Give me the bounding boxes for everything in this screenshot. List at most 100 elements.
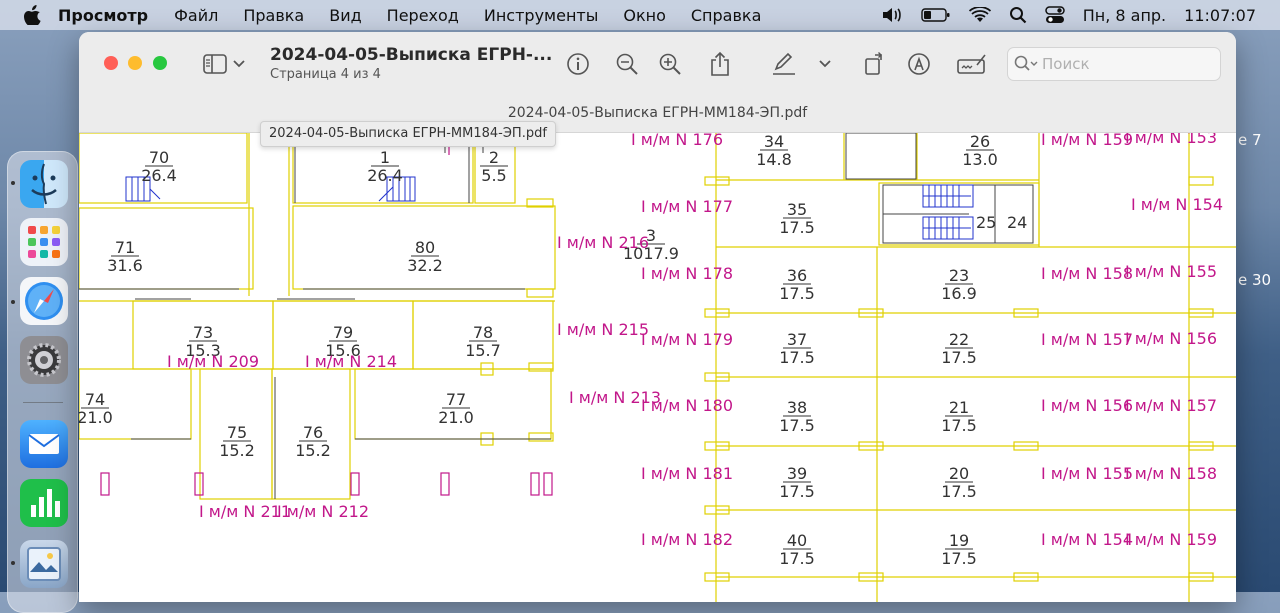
room-number: 22 [949, 330, 969, 349]
minimize-button[interactable] [128, 56, 142, 70]
room-number: 26 [970, 133, 990, 151]
parking-space-label: I м/м N 176 [631, 133, 723, 149]
room-label: 4017.5 [779, 531, 815, 568]
room-number: 39 [787, 464, 807, 483]
menu-window[interactable]: Окно [623, 6, 666, 25]
room-label: 7721.0 [438, 390, 474, 427]
menu-view[interactable]: Вид [329, 6, 361, 25]
parking-space-label: I м/м N 154 [1041, 530, 1133, 549]
document-filename: 2024-04-05-Выписка ЕГРН-ММ184-ЭП.pdf [507, 105, 808, 121]
room-area: 15.7 [465, 341, 501, 360]
parking-space-label: I м/м N 214 [305, 352, 397, 371]
room-number: 36 [787, 266, 807, 285]
safari-icon[interactable] [20, 277, 68, 325]
info-icon[interactable] [565, 51, 591, 77]
zoom-in-icon[interactable] [657, 51, 683, 77]
room-label: 3517.5 [779, 200, 815, 237]
menu-edit[interactable]: Правка [243, 6, 304, 25]
room-area: 15.2 [219, 441, 255, 460]
room-number: 71 [115, 238, 135, 257]
room-area: 17.5 [779, 482, 815, 501]
room-area: 17.5 [941, 549, 977, 568]
room-area: 31.6 [107, 256, 143, 275]
room-area: 17.5 [941, 482, 977, 501]
room-label: 3717.5 [779, 330, 815, 367]
room-number: 21 [949, 398, 969, 417]
room-label: 2217.5 [941, 330, 977, 367]
room-area: 15.2 [295, 441, 331, 460]
parking-space-label: I м/м N 158 [1041, 264, 1133, 283]
battery-icon[interactable] [921, 7, 951, 23]
parking-space-label: I м/м N 155 [1125, 262, 1217, 281]
room-number: 23 [949, 266, 969, 285]
room-area: 26.4 [367, 166, 403, 185]
stair-labels: 25 24 [976, 213, 1027, 232]
parking-space-label: I м/м N 180 [641, 396, 733, 415]
launchpad-icon[interactable] [20, 218, 68, 266]
room-label: 7515.2 [219, 423, 255, 460]
search-field[interactable] [1007, 47, 1221, 81]
room-area: 21.0 [79, 408, 113, 427]
parking-space-label: I м/м N 179 [641, 330, 733, 349]
room-number: 74 [85, 390, 105, 409]
signature-form-icon[interactable] [956, 51, 988, 77]
markup-chevron-down-icon[interactable] [817, 51, 833, 77]
menu-date[interactable]: Пн, 8 апр. [1083, 6, 1166, 25]
highlight-markup-icon[interactable] [906, 51, 932, 77]
room-number: 80 [415, 238, 435, 257]
search-input[interactable] [1040, 53, 1214, 75]
dock [7, 151, 78, 613]
room-number: 76 [303, 423, 323, 442]
room-label: 3617.5 [779, 266, 815, 303]
parking-space-label: I м/м N 177 [641, 197, 733, 216]
rotate-icon[interactable] [862, 51, 888, 77]
room-area: 16.9 [941, 284, 977, 303]
room-number: 2 [489, 148, 499, 167]
finder-icon[interactable] [20, 160, 68, 208]
parking-space-label: I м/м N 182 [641, 530, 733, 549]
share-icon[interactable] [707, 51, 733, 77]
menu-tools[interactable]: Инструменты [484, 6, 599, 25]
room-number: 35 [787, 200, 807, 219]
menu-help[interactable]: Справка [691, 6, 762, 25]
room-number: 79 [333, 323, 353, 342]
spotlight-search-icon[interactable] [1009, 6, 1027, 24]
room-area: 17.5 [779, 549, 815, 568]
numbers-icon[interactable] [20, 479, 68, 527]
menu-time[interactable]: 11:07:07 [1184, 6, 1256, 25]
menu-app-name[interactable]: Просмотр [58, 6, 148, 25]
control-center-icon[interactable] [1044, 6, 1065, 24]
room-number: 77 [446, 390, 466, 409]
room-label: 2017.5 [941, 464, 977, 501]
preview-icon[interactable] [20, 540, 68, 588]
menu-go[interactable]: Переход [387, 6, 459, 25]
markup-pen-icon[interactable] [771, 51, 797, 77]
room-label: 2117.5 [941, 398, 977, 435]
room-label: 1917.5 [941, 531, 977, 568]
mail-icon[interactable] [20, 420, 68, 468]
system-settings-icon[interactable] [20, 336, 68, 384]
zoom-button[interactable] [153, 56, 167, 70]
room-area: 17.5 [779, 416, 815, 435]
apple-menu-icon[interactable] [22, 4, 44, 26]
room-area: 21.0 [438, 408, 474, 427]
parking-space-label: I м/м N 158 [1125, 464, 1217, 483]
wifi-icon[interactable] [968, 7, 991, 23]
room-number: 1 [380, 148, 390, 167]
menu-file[interactable]: Файл [174, 6, 218, 25]
desktop-label: e 7 [1238, 131, 1262, 149]
close-button[interactable] [104, 56, 118, 70]
room-area: 5.5 [481, 166, 506, 185]
parking-space-label: I м/м N 157 [1041, 330, 1133, 349]
parking-space-label: I м/м N 209 [167, 352, 259, 371]
sidebar-chevron-down-icon[interactable] [231, 51, 247, 77]
search-icon [1014, 55, 1040, 77]
room-area: 17.5 [941, 348, 977, 367]
pdf-page-content[interactable]: 70 26.4 1 26.4 2 5.5 71 31.6 80 32.2 73 15.3 79 15.6 7… [79, 128, 1236, 602]
sidebar-toggle-icon[interactable] [203, 51, 229, 77]
volume-icon[interactable] [881, 6, 903, 24]
room-number: 19 [949, 531, 969, 550]
running-indicator [11, 300, 15, 304]
zoom-out-icon[interactable] [614, 51, 640, 77]
parking-space-label: I м/м N 156 [1125, 329, 1217, 348]
